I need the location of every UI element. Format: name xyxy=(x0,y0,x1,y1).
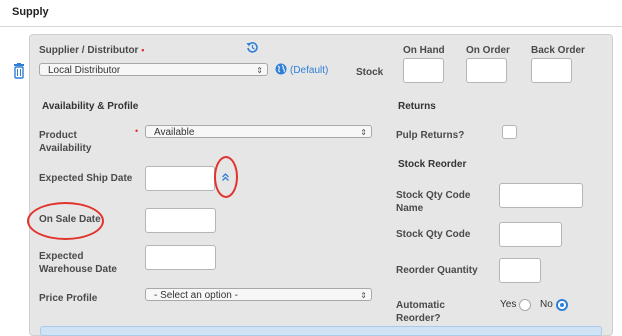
product-availability-value: Available xyxy=(154,127,195,138)
stock-qty-code-name-label: Stock Qty Code Name xyxy=(396,190,471,214)
pulp-returns-checkbox[interactable] xyxy=(502,125,517,139)
reorder-quantity-input[interactable] xyxy=(499,258,541,283)
divider xyxy=(0,26,622,27)
annotation-circle xyxy=(27,202,104,240)
supplier-label: Supplier / Distributor • xyxy=(39,45,145,56)
stock-qty-code-label: Stock Qty Code xyxy=(396,229,471,240)
supplier-select[interactable]: Local Distributor ⇕ xyxy=(39,63,268,76)
price-profile-label: Price Profile xyxy=(39,293,98,304)
globe-icon xyxy=(275,63,287,75)
reorder-quantity-label: Reorder Quantity xyxy=(396,265,478,276)
price-profile-select[interactable]: - Select an option - ⇕ xyxy=(145,288,372,301)
select-arrows-icon: ⇕ xyxy=(256,66,263,75)
annotation-circle xyxy=(214,156,238,198)
on-order-input[interactable] xyxy=(466,58,507,83)
yes-label: Yes xyxy=(500,299,517,310)
stock-qty-code-name-input[interactable] xyxy=(499,183,583,208)
returns-header: Returns xyxy=(398,101,436,112)
select-arrows-icon: ⇕ xyxy=(360,291,367,300)
stock-label: Stock xyxy=(356,67,384,78)
section-title: Supply xyxy=(12,6,49,18)
on-sale-date-input[interactable] xyxy=(145,208,216,233)
reset-icon[interactable] xyxy=(246,41,259,54)
stock-qty-code-input[interactable] xyxy=(499,222,562,247)
stock-reorder-header: Stock Reorder xyxy=(398,159,467,170)
availability-header: Availability & Profile xyxy=(42,101,139,112)
expected-warehouse-input[interactable] xyxy=(145,245,216,270)
product-availability-select[interactable]: Available ⇕ xyxy=(145,125,372,138)
expected-ship-label: Expected Ship Date xyxy=(39,173,133,184)
product-availability-label: Product Availability xyxy=(39,130,92,154)
automatic-reorder-label: Automatic Reorder? xyxy=(396,300,445,324)
required-marker: • xyxy=(135,126,139,136)
yes-radio[interactable] xyxy=(519,299,531,311)
on-hand-label: On Hand xyxy=(403,45,445,56)
pulp-returns-label: Pulp Returns? xyxy=(396,130,465,141)
on-hand-input[interactable] xyxy=(403,58,444,83)
expected-warehouse-label: Expected Warehouse Date xyxy=(39,251,117,275)
on-order-label: On Order xyxy=(466,45,510,56)
info-bar xyxy=(40,326,602,336)
no-radio[interactable] xyxy=(556,299,568,311)
back-order-input[interactable] xyxy=(531,58,572,83)
back-order-label: Back Order xyxy=(531,45,585,56)
default-link[interactable]: (Default) xyxy=(290,65,328,76)
select-arrows-icon: ⇕ xyxy=(360,128,367,137)
supplier-select-value: Local Distributor xyxy=(48,65,121,76)
trash-icon[interactable] xyxy=(12,63,26,79)
no-label: No xyxy=(540,299,553,310)
price-profile-value: - Select an option - xyxy=(154,290,238,301)
expected-ship-input[interactable] xyxy=(145,166,215,191)
